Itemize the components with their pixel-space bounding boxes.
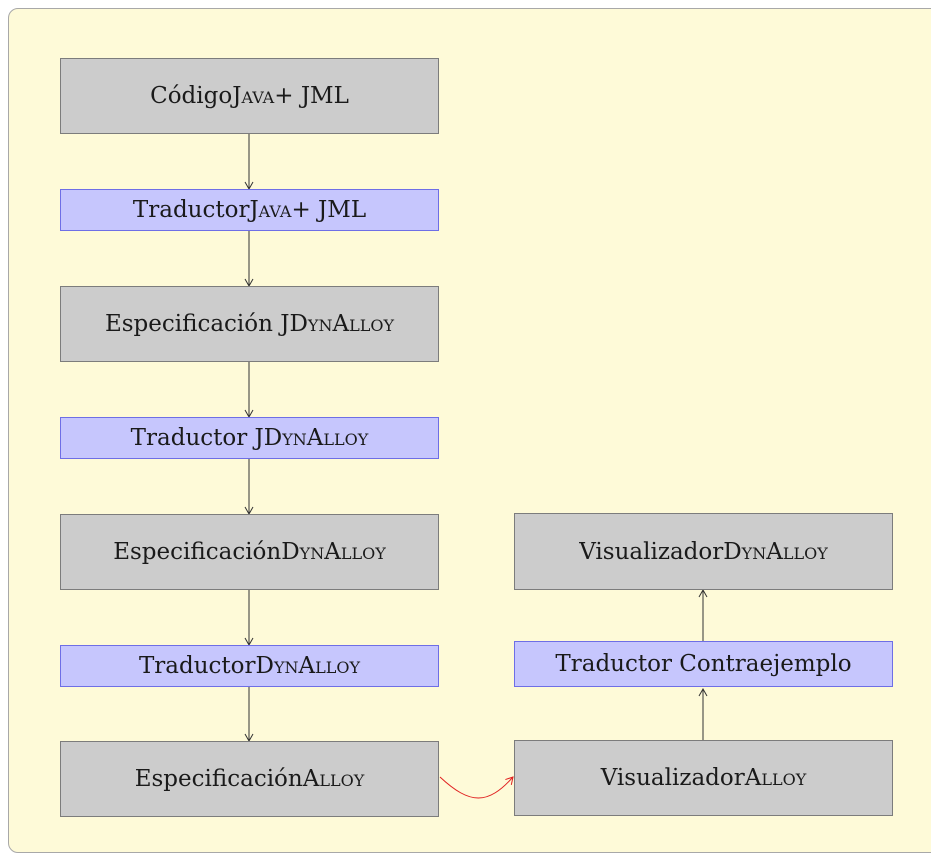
- dyn-translator-sc: DynAlloy: [255, 653, 361, 679]
- counterexample-translator-label: Traductor Contraejemplo: [555, 651, 852, 677]
- java-code-sc: Java: [232, 83, 275, 109]
- jdynalloy-translator-node: Traductor JD ynAlloy: [60, 417, 439, 459]
- dyn-spec-prefix: Especificación: [113, 539, 282, 565]
- java-translator-sc: Java: [249, 197, 292, 223]
- java-code-node: Código Java + JML: [60, 58, 439, 134]
- java-translator-node: Traductor Java + JML: [60, 189, 439, 231]
- alloy-spec-node: Especificación Alloy: [60, 741, 439, 817]
- dynalloy-spec-node: Especificación DynAlloy: [60, 514, 439, 590]
- alloy-spec-prefix: Especificación: [134, 766, 303, 792]
- jdyn-spec-prefix: Especificación JD: [104, 311, 308, 337]
- java-translator-prefix: Traductor: [132, 197, 250, 223]
- alloy-viz-sc: Alloy: [744, 765, 807, 791]
- java-translator-suffix: + JML: [291, 197, 367, 223]
- jdyn-translator-prefix: Traductor JD: [130, 425, 283, 451]
- dyn-viz-sc: DynAlloy: [723, 538, 828, 565]
- java-code-suffix: + JML: [274, 83, 349, 109]
- jdyn-spec-sc: ynAlloy: [307, 311, 395, 337]
- dynalloy-visualizer-node: Visualizador DynAlloy: [514, 513, 893, 590]
- alloy-visualizer-node: Visualizador Alloy: [514, 740, 893, 816]
- dyn-translator-prefix: Traductor: [138, 653, 256, 679]
- jdyn-translator-sc: ynAlloy: [282, 425, 369, 451]
- counterexample-translator-node: Traductor Contraejemplo: [514, 641, 893, 687]
- dyn-spec-sc: DynAlloy: [281, 539, 386, 565]
- alloy-viz-prefix: Visualizador: [600, 765, 745, 791]
- java-code-prefix: Código: [150, 83, 233, 109]
- arrow-alloy-to-viz: [439, 776, 514, 799]
- dyn-viz-prefix: Visualizador: [579, 538, 724, 565]
- dynalloy-translator-node: Traductor DynAlloy: [60, 645, 439, 687]
- alloy-spec-sc: Alloy: [302, 766, 365, 792]
- jdynalloy-spec-node: Especificación JD ynAlloy: [60, 286, 439, 362]
